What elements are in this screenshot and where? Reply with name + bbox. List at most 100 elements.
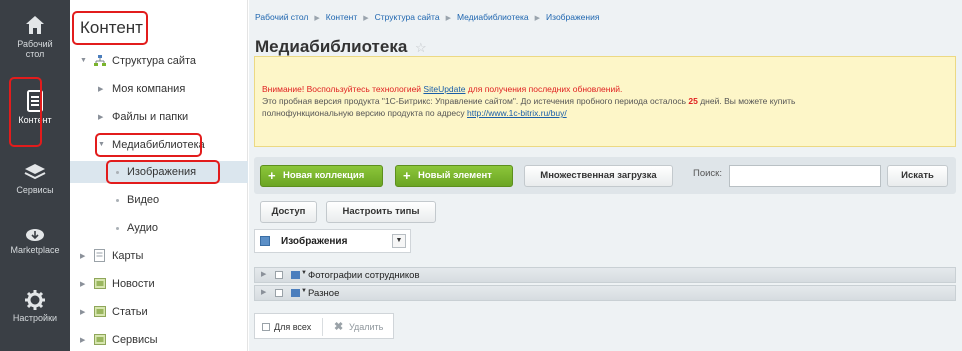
favorite-star-icon[interactable]: ☆ (415, 40, 427, 56)
tree-title: Контент (72, 11, 148, 45)
breadcrumb-item[interactable]: Медиабиблиотека (457, 12, 529, 22)
delete-icon: ✖ (334, 321, 344, 333)
notice-box: Внимание! Воспользуйтесь технологией Sit… (254, 56, 956, 147)
row-checkbox[interactable] (275, 271, 283, 279)
divider (322, 318, 323, 336)
folder-icon (94, 334, 106, 345)
home-icon (26, 16, 44, 34)
toolbar: + Новая коллекция + Новый элемент Множес… (254, 157, 956, 194)
rail-item-settings[interactable]: Настройки (0, 290, 70, 323)
breadcrumb: Рабочий стол ▶ Контент ▶ Структура сайта ▶ Мед… (255, 12, 599, 22)
tree-item-site-structure[interactable]: ▼ Структура сайта (70, 50, 248, 72)
chevron-down-icon[interactable]: ▼ (301, 270, 307, 276)
breadcrumb-separator-icon: ▶ (445, 15, 451, 22)
collection-icon (291, 289, 300, 297)
tree-label: Видео (127, 194, 160, 206)
collapse-arrow-icon[interactable]: ▶ (80, 308, 85, 316)
delete-button[interactable]: Удалить (349, 322, 383, 332)
tree-label: Структура сайта (112, 55, 197, 67)
collapse-arrow-icon[interactable]: ▶ (261, 270, 266, 278)
breadcrumb-separator-icon: ▶ (363, 15, 369, 22)
search-label: Поиск: (693, 168, 722, 179)
tree-label: Карты (112, 250, 144, 262)
button-label: Новая коллекция (283, 170, 365, 181)
new-element-button[interactable]: + Новый элемент (395, 165, 513, 187)
tree-item-news[interactable]: ▶ Новости (70, 273, 248, 295)
rail-item-marketplace[interactable]: Marketplace (0, 226, 70, 255)
search-button[interactable]: Искать (887, 165, 948, 187)
rail-item-desktop[interactable]: Рабочий стол (0, 14, 70, 59)
type-select[interactable]: Изображения ▼ (254, 229, 411, 253)
breadcrumb-separator-icon: ▶ (314, 15, 320, 22)
notice-line-2: Это пробная версия продукта "1С-Битрикс:… (262, 96, 795, 106)
notice-text: Внимание! Воспользуйтесь технологией (262, 84, 424, 94)
collapse-arrow-icon[interactable]: ▶ (261, 288, 266, 296)
for-all-label[interactable]: Для всех (274, 322, 311, 332)
tree-item-articles[interactable]: ▶ Статьи (70, 301, 248, 323)
rail-label-services: Сервисы (16, 185, 54, 195)
cloud-download-icon (26, 229, 44, 241)
collection-row[interactable]: ▶ ▼ Разное (254, 285, 956, 301)
main-content: Рабочий стол ▶ Контент ▶ Структура сайта ▶ Мед… (249, 0, 962, 351)
notice-text: дней. Вы можете купить (697, 96, 796, 106)
images-icon (260, 236, 270, 246)
tree-label: Файлы и папки (112, 111, 189, 123)
rail-label-desktop-2: стол (25, 49, 45, 59)
siteupdate-link[interactable]: SiteUpdate (423, 84, 465, 94)
type-select-value: Изображения (281, 236, 348, 247)
collapse-arrow-icon[interactable]: ▶ (80, 252, 85, 260)
tree-item-video[interactable]: Видео (70, 189, 248, 211)
button-label: Новый элемент (418, 170, 492, 181)
tree-item-maps[interactable]: ▶ Карты (70, 245, 248, 267)
collection-icon (291, 271, 300, 279)
rail-label-marketplace: Marketplace (10, 245, 60, 255)
trial-days: 25 (688, 96, 698, 106)
collection-label: Фотографии сотрудников (308, 270, 420, 281)
bullet-icon (116, 199, 119, 202)
tree-label: Аудио (127, 222, 159, 234)
collapse-arrow-icon[interactable]: ▶ (98, 113, 103, 121)
tree-label: Новости (112, 278, 155, 290)
configure-types-button[interactable]: Настроить типы (326, 201, 436, 223)
new-collection-button[interactable]: + Новая коллекция (260, 165, 383, 187)
breadcrumb-separator-icon: ▶ (534, 15, 541, 22)
select-all-checkbox[interactable] (262, 323, 270, 331)
chevron-down-icon[interactable]: ▼ (392, 234, 406, 248)
plus-icon: + (268, 168, 276, 183)
folder-icon (94, 278, 106, 289)
page-title: Медиабиблиотека (255, 37, 408, 56)
collapse-arrow-icon[interactable]: ▶ (80, 336, 85, 344)
tree-label: Сервисы (112, 334, 158, 346)
tree-label: Моя компания (112, 83, 186, 95)
breadcrumb-item[interactable]: Контент (326, 12, 358, 22)
notice-line-1: Внимание! Воспользуйтесь технологией Sit… (262, 84, 622, 94)
collapse-arrow-icon[interactable]: ▶ (98, 85, 103, 93)
bulk-upload-button[interactable]: Множественная загрузка (524, 165, 673, 187)
row-checkbox[interactable] (275, 289, 283, 297)
collection-label: Разное (308, 288, 340, 299)
rail-label-desktop-1: Рабочий (17, 39, 53, 49)
access-button[interactable]: Доступ (260, 201, 317, 223)
left-rail: Рабочий стол Контент Сервисы Marketplace (0, 0, 70, 351)
search-input[interactable] (729, 165, 881, 187)
expand-arrow-icon[interactable]: ▼ (80, 57, 87, 64)
notice-line-3: полнофункциональную версию продукта по а… (262, 108, 567, 118)
collection-row[interactable]: ▶ ▼ Фотографии сотрудников (254, 267, 956, 283)
plus-icon: + (403, 168, 411, 183)
tree-item-my-company[interactable]: ▶ Моя компания (70, 78, 248, 100)
rail-label-settings: Настройки (12, 313, 58, 323)
notice-text: полнофункциональную версию продукта по а… (262, 108, 468, 118)
folder-icon (94, 306, 106, 317)
buy-link[interactable]: http://www.1c-bitrix.ru/buy/ (467, 108, 567, 118)
tree-item-files[interactable]: ▶ Файлы и папки (70, 106, 248, 128)
chevron-down-icon[interactable]: ▼ (301, 288, 307, 294)
bullet-icon (116, 227, 119, 230)
layers-icon (24, 164, 46, 180)
rail-item-services[interactable]: Сервисы (0, 162, 70, 195)
collapse-arrow-icon[interactable]: ▶ (80, 280, 85, 288)
breadcrumb-item[interactable]: Изображения (546, 12, 599, 22)
tree-item-services[interactable]: ▶ Сервисы (70, 329, 248, 351)
breadcrumb-item[interactable]: Структура сайта (375, 12, 440, 22)
breadcrumb-item[interactable]: Рабочий стол (255, 12, 308, 22)
tree-item-audio[interactable]: Аудио (70, 217, 248, 239)
